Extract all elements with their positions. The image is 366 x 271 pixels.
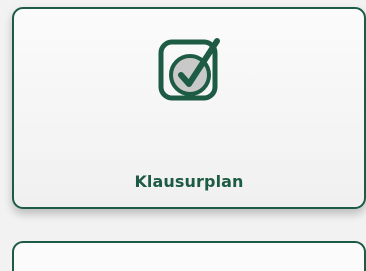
tile-label: Klausurplan — [134, 172, 244, 191]
klausurplan-tile[interactable]: Klausurplan — [12, 7, 366, 209]
checkbox-checked-icon — [158, 38, 220, 101]
